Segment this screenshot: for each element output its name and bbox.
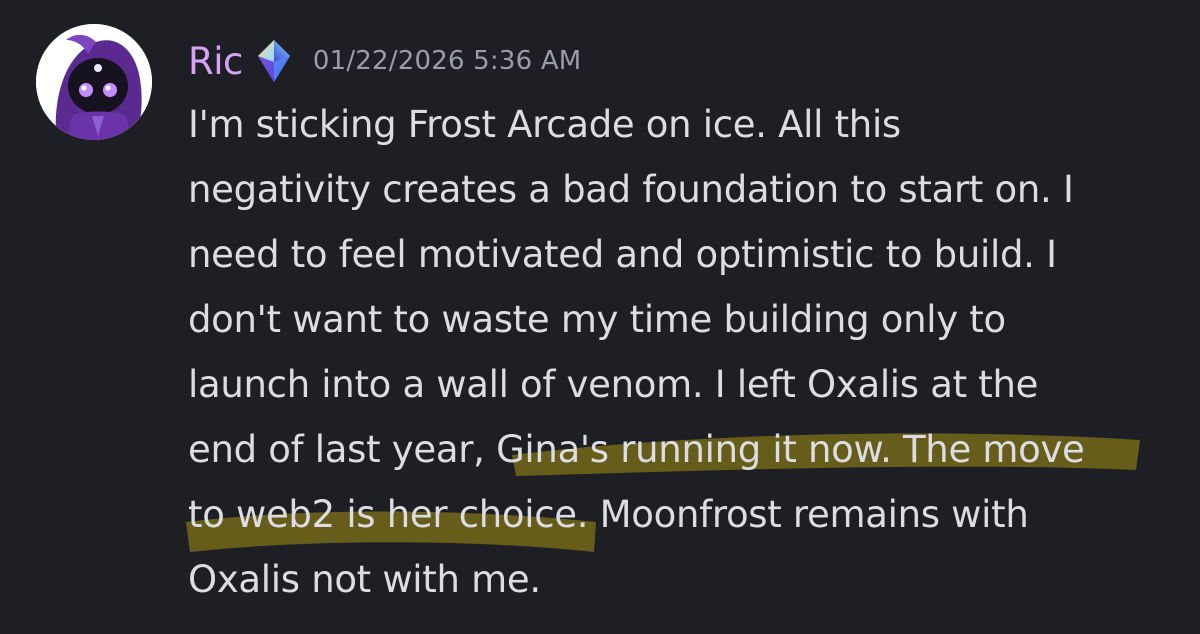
message-text-segment: end of last year, (188, 428, 497, 471)
highlighted-text: to web2 is her choice (188, 493, 577, 536)
user-avatar[interactable] (36, 24, 152, 140)
message-line: need to feel motivated and optimistic to… (188, 233, 1057, 276)
message-line: I'm sticking Frost Arcade on ice. All th… (188, 103, 901, 146)
message-timestamp: 01/22/2026 5:36 AM (312, 46, 582, 76)
gem-badge-icon (255, 38, 293, 84)
username[interactable]: Ric (188, 40, 243, 83)
message-line: don't want to waste my time building onl… (188, 298, 1006, 341)
message-header: Ric 01/22/2026 5:36 AM (188, 36, 581, 86)
message-line: Oxalis not with me. (188, 558, 541, 601)
chat-message: Ric 01/22/2026 5:36 AM I'm sticking Fros… (0, 0, 1200, 634)
message-content: I'm sticking Frost Arcade on ice. All th… (188, 92, 1178, 612)
message-line: launch into a wall of venom. I left Oxal… (188, 363, 1039, 406)
message-text-segment: . Moonfrost remains with (576, 493, 1029, 536)
message-line: to web2 is her choice. Moonfrost remains… (188, 482, 1178, 547)
message-line: negativity creates a bad foundation to s… (188, 168, 1074, 211)
highlighted-text: Gina's running it now. The move (496, 428, 1085, 471)
message-line: end of last year, Gina's running it now.… (188, 417, 1178, 482)
